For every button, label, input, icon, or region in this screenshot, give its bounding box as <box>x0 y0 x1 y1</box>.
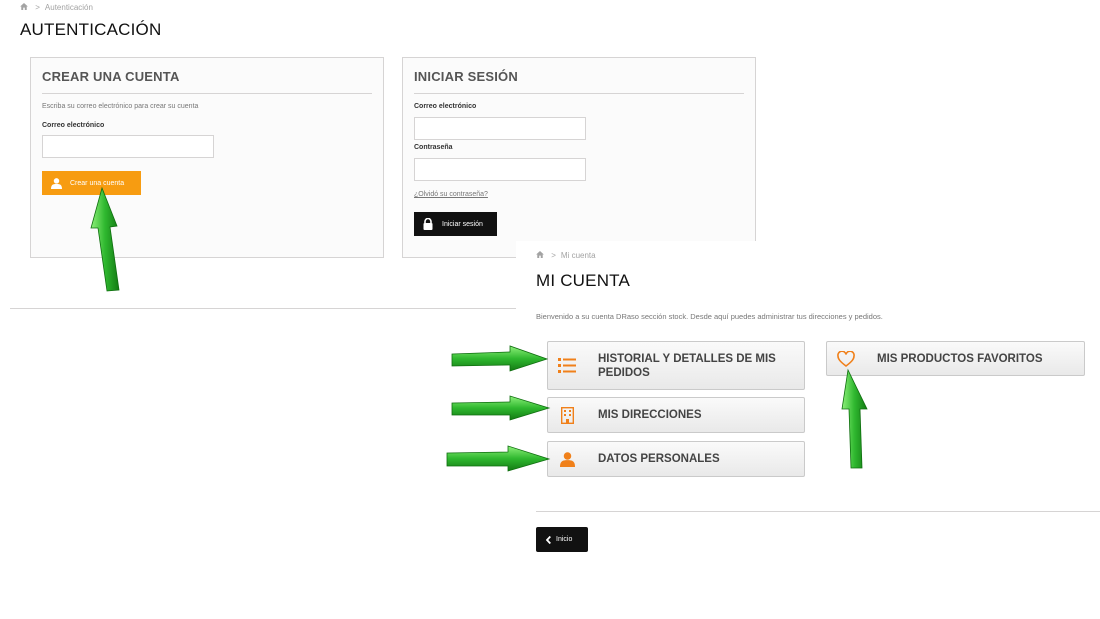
green-arrow-icon <box>451 345 549 372</box>
green-arrow-icon <box>90 186 120 292</box>
green-arrow-icon <box>446 445 551 472</box>
annotation-arrows <box>90 186 868 472</box>
green-arrow-icon <box>451 395 551 421</box>
green-arrow-icon <box>841 368 868 469</box>
